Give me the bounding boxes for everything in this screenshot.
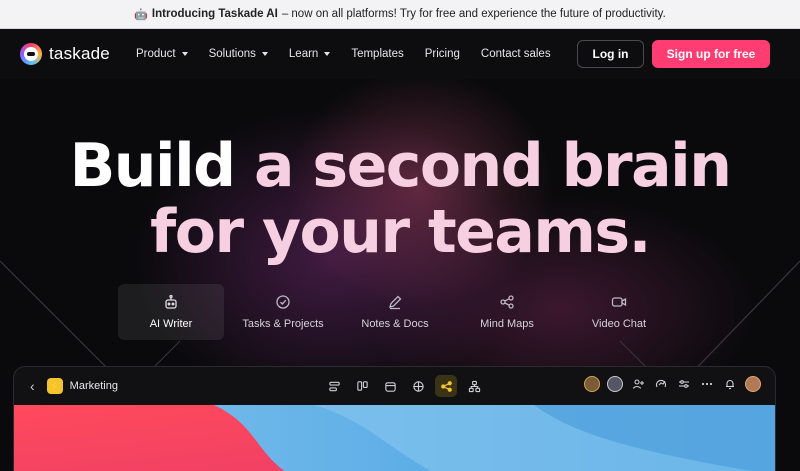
menu-item-label: Product (135, 48, 176, 60)
tab-label: Notes & Docs (361, 318, 429, 330)
banner-headline: Introducing Taskade AI (151, 8, 278, 20)
pen-icon (389, 295, 402, 310)
chevron-down-icon (181, 52, 188, 56)
tab-mind-maps[interactable]: Mind Maps (454, 284, 560, 340)
tab-label: AI Writer (149, 318, 193, 330)
avatar[interactable] (607, 376, 623, 392)
feature-tabs: AI Writer Tasks & Projects Notes & Docs … (118, 284, 688, 340)
tab-label: Video Chat (591, 318, 647, 330)
tab-ai-writer[interactable]: AI Writer (118, 284, 224, 340)
back-arrow-icon[interactable]: ‹ (30, 378, 35, 394)
hero-section: Build a second brain for your teams. AI … (0, 79, 800, 471)
share-nodes-icon (500, 295, 514, 309)
calendar-view-icon[interactable] (379, 375, 401, 397)
board-view-icon[interactable] (351, 375, 373, 397)
menu-item-label: Contact sales (480, 48, 551, 60)
add-user-icon[interactable] (630, 376, 646, 392)
menu-item-product[interactable]: Product (136, 48, 188, 60)
hero-word-build: Build (69, 131, 237, 201)
app-preview-window: ‹ ⚡ Marketing (13, 366, 776, 471)
list-view-icon[interactable] (323, 375, 345, 397)
menu-item-solutions[interactable]: Solutions (209, 48, 268, 60)
menu-item-pricing[interactable]: Pricing (425, 48, 460, 60)
menu-item-templates[interactable]: Templates (351, 48, 403, 60)
tab-notes-docs[interactable]: Notes & Docs (342, 284, 448, 340)
robot-icon (165, 294, 177, 309)
tab-tasks-projects[interactable]: Tasks & Projects (230, 284, 336, 340)
user-avatar[interactable] (745, 376, 761, 392)
menu-item-label: Templates (351, 48, 404, 60)
menu-item-label: Solutions (208, 48, 256, 60)
taskade-logo-icon (20, 43, 42, 65)
bell-icon[interactable] (722, 376, 738, 392)
mindmap-view-icon[interactable] (435, 375, 457, 397)
logo-text: taskade (49, 44, 110, 63)
tab-video-chat[interactable]: Video Chat (566, 284, 672, 340)
menu-item-label: Pricing (424, 48, 460, 60)
table-view-icon[interactable] (407, 375, 429, 397)
chevron-down-icon (324, 52, 331, 56)
menu-item-contact-sales[interactable]: Contact sales (481, 48, 551, 60)
tab-label: Mind Maps (480, 318, 534, 330)
login-button[interactable]: Log in (577, 40, 644, 68)
signup-button[interactable]: Sign up for free (652, 40, 770, 68)
tab-label: Tasks & Projects (242, 318, 324, 330)
menu-item-learn[interactable]: Learn (288, 48, 331, 60)
chevron-down-icon (261, 52, 268, 56)
lightning-icon: ⚡ (46, 378, 63, 394)
hero-title-line-1: Build a second brain (0, 131, 800, 201)
org-chart-view-icon[interactable] (463, 375, 485, 397)
check-circle-icon (276, 295, 290, 309)
video-camera-icon (611, 297, 627, 307)
more-icon[interactable] (699, 376, 715, 392)
taskade-logo[interactable]: taskade (20, 43, 110, 65)
app-toolbar: ‹ ⚡ Marketing (14, 367, 775, 405)
app-wallpaper (14, 405, 775, 471)
workspace-name[interactable]: Marketing (70, 380, 118, 392)
settings-icon[interactable] (676, 376, 692, 392)
automation-icon[interactable] (653, 376, 669, 392)
banner-text: – now on all platforms! Try for free and… (281, 8, 666, 20)
main-menu: Product Solutions Learn Templates Pricin… (136, 48, 572, 60)
avatar[interactable] (584, 376, 600, 392)
view-switcher (323, 375, 485, 397)
hero-words-second-brain: a second brain (253, 131, 732, 201)
menu-item-label: Learn (288, 48, 319, 60)
hero-title-line-2: for your teams. (150, 197, 651, 267)
robot-emoji-icon: 🤖 (134, 8, 148, 21)
announcement-banner[interactable]: 🤖 Introducing Taskade AI – now on all pl… (0, 0, 800, 29)
toolbar-right (584, 376, 761, 392)
